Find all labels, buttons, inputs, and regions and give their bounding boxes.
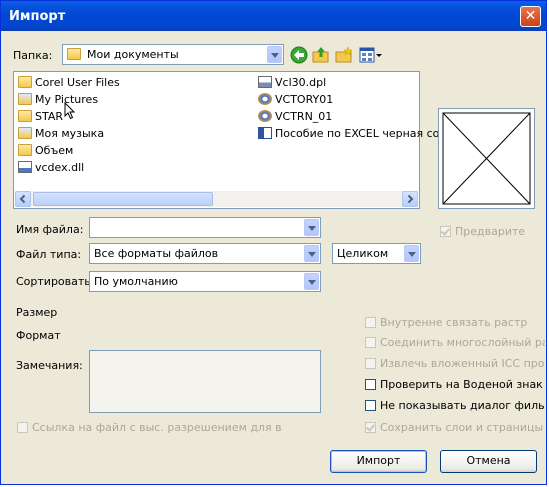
import-dialog: Импорт ✕ Папка: Мои документы Corel User…	[0, 0, 547, 485]
list-item[interactable]: Пособие по EXCEL черная со	[258, 127, 439, 143]
list-item[interactable]: VCTRN_01	[258, 110, 332, 126]
multi-raster-checkbox[interactable]: Соединить многослойный растр	[365, 336, 545, 349]
list-item[interactable]: Corel User Files	[18, 76, 120, 92]
my-documents-icon	[67, 48, 81, 60]
word-doc-icon	[258, 127, 272, 139]
notes-label: Замечания:	[16, 359, 83, 372]
folder-icon	[18, 127, 32, 139]
notes-box	[89, 350, 321, 413]
folder-select[interactable]: Мои документы	[62, 44, 284, 65]
list-item[interactable]: vcdex.dll	[18, 161, 84, 177]
sort-label: Сортировать:	[16, 275, 95, 288]
link-hires-checkbox[interactable]: Ссылка на файл с выс. разрешением для в	[17, 421, 282, 434]
checkbox-box[interactable]	[365, 317, 376, 328]
filetype-value: Все форматы файлов	[94, 247, 219, 260]
folder-icon	[18, 144, 32, 156]
icc-profile-checkbox[interactable]: Извлечь вложенный ICC профа	[365, 357, 545, 370]
chevron-down-icon[interactable]	[404, 245, 419, 262]
list-item[interactable]: Vcl30.dpl	[258, 76, 326, 92]
watermark-checkbox[interactable]: Проверить на Воденой знак	[365, 378, 543, 391]
dpl-file-icon	[258, 76, 272, 88]
checkbox-box[interactable]	[440, 226, 451, 237]
list-item[interactable]: My Pictures	[18, 93, 98, 109]
preview-checkbox[interactable]: Предварите	[440, 225, 525, 238]
list-item[interactable]: Моя музыка	[18, 127, 104, 143]
chevron-left-icon	[19, 194, 26, 204]
sort-value: По умолчанию	[94, 275, 178, 288]
list-item[interactable]: STAR	[18, 110, 63, 126]
view-menu-icon[interactable]	[359, 46, 383, 64]
filetype-label: Файл типа:	[16, 248, 82, 261]
list-item[interactable]: Объем	[18, 144, 73, 160]
checkbox-box[interactable]	[365, 358, 376, 369]
checkbox-box[interactable]	[365, 379, 376, 390]
chevron-right-icon	[407, 194, 414, 204]
back-icon[interactable]	[290, 46, 308, 64]
media-file-icon	[258, 93, 272, 105]
sort-select[interactable]: По умолчанию	[89, 271, 321, 292]
up-folder-icon[interactable]	[312, 46, 330, 64]
preview-box	[438, 108, 535, 209]
filename-input[interactable]	[89, 217, 321, 238]
checkbox-box[interactable]	[365, 400, 376, 411]
import-button[interactable]: Импорт	[330, 450, 427, 473]
chevron-down-icon[interactable]	[304, 219, 319, 236]
file-list[interactable]: Corel User Files My Pictures STAR Моя му…	[13, 71, 439, 209]
dll-file-icon	[18, 161, 32, 173]
chevron-down-icon[interactable]	[304, 273, 319, 290]
folder-icon	[18, 76, 32, 88]
window-title: Импорт	[9, 9, 66, 24]
scroll-right-button[interactable]	[402, 191, 418, 207]
mouse-cursor-icon	[64, 102, 76, 120]
no-filter-dialog-checkbox[interactable]: Не показывать диалог фильтра	[365, 399, 545, 412]
preview-placeholder-icon	[442, 112, 531, 205]
new-folder-icon[interactable]	[335, 46, 353, 64]
format-label: Формат	[16, 329, 61, 342]
chevron-down-icon[interactable]	[304, 245, 319, 262]
list-item[interactable]: VCTORY01	[258, 93, 333, 109]
link-raster-checkbox[interactable]: Внутренне связать растр	[365, 316, 527, 329]
filename-label: Имя файла:	[16, 223, 84, 236]
close-button[interactable]: ✕	[520, 6, 541, 27]
scroll-thumb[interactable]	[33, 192, 213, 206]
folder-select-value: Мои документы	[87, 48, 179, 61]
checkbox-box[interactable]	[365, 337, 376, 348]
cancel-button[interactable]: Отмена	[440, 450, 537, 473]
size-label: Размер	[16, 306, 58, 319]
checkbox-box[interactable]	[17, 422, 28, 433]
filetype-select[interactable]: Все форматы файлов	[89, 243, 321, 264]
checkbox-box[interactable]	[365, 422, 376, 433]
folder-icon	[18, 110, 32, 122]
scroll-left-button[interactable]	[15, 191, 31, 207]
media-file-icon	[258, 110, 272, 122]
import-mode-select[interactable]: Целиком	[332, 243, 421, 264]
chevron-down-icon[interactable]	[267, 46, 282, 63]
folder-icon	[18, 93, 32, 105]
keep-layers-checkbox[interactable]: Сохранить слои и страницы	[365, 421, 543, 434]
import-mode-value: Целиком	[337, 247, 389, 260]
horizontal-scrollbar[interactable]	[15, 191, 418, 207]
close-icon: ✕	[524, 8, 537, 24]
title-bar[interactable]: Импорт ✕	[1, 1, 546, 31]
folder-label: Папка:	[13, 49, 53, 62]
